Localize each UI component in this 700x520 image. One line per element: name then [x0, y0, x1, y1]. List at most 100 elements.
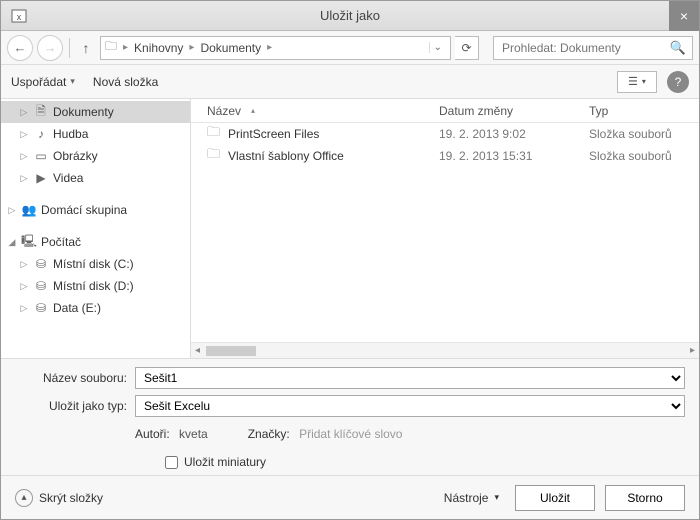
tags-label: Značky:	[248, 427, 290, 441]
save-button[interactable]: Uložit	[515, 485, 595, 511]
file-type: Složka souborů	[589, 149, 699, 163]
folder-icon: 🗀	[207, 145, 220, 167]
filetype-combobox[interactable]: Sešit Excelu	[135, 395, 685, 417]
sidebar-item-label: Dokumenty	[53, 105, 114, 119]
sidebar: ▷ 🗎 Dokumenty ▷ ♪ Hudba ▷ ▭ Obrázky ▷ ▶ …	[1, 99, 191, 358]
filename-label: Název souboru:	[15, 371, 127, 385]
sidebar-item-label: Místní disk (D:)	[53, 279, 134, 293]
save-thumbnails-checkbox[interactable]	[165, 456, 178, 469]
tools-menu[interactable]: Nástroje ▾	[438, 487, 505, 509]
homegroup-icon: 👥	[21, 203, 37, 217]
sort-asc-icon: ▴	[251, 106, 255, 115]
nav-bar: ← → ↑ 🗀 ▸ Knihovny ▸ Dokumenty ▸ ⌄ ⟳ 🔍	[1, 31, 699, 65]
view-options-button[interactable]: ☰ ▾	[617, 71, 657, 93]
chevron-down-icon: ▾	[642, 77, 646, 86]
sidebar-item-computer[interactable]: ◢ 🖳 Počítač	[1, 231, 190, 253]
sidebar-item-homegroup[interactable]: ▷ 👥 Domácí skupina	[1, 199, 190, 221]
chevron-right-icon: ▸	[189, 42, 194, 53]
tags-placeholder: Přidat klíčové slovo	[299, 427, 402, 441]
window-title: Uložit jako	[1, 8, 699, 23]
column-header-type[interactable]: Typ	[589, 104, 699, 118]
search-box[interactable]: 🔍	[493, 36, 693, 60]
bottom-bar: ▴ Skrýt složky Nástroje ▾ Uložit Storno	[1, 475, 699, 519]
svg-text:x: x	[17, 12, 22, 22]
drive-icon: ⛁	[33, 279, 49, 293]
caret-icon: ▷	[7, 205, 17, 216]
filename-combobox[interactable]: Sešit1	[135, 367, 685, 389]
new-folder-button[interactable]: Nová složka	[93, 75, 158, 89]
computer-icon: 🖳	[21, 232, 37, 253]
file-list-header: Název ▴ Datum změny Typ	[191, 99, 699, 123]
file-name: Vlastní šablony Office	[228, 149, 344, 163]
scroll-right-icon[interactable]: ▸	[690, 345, 695, 356]
separator	[69, 38, 70, 58]
column-header-name[interactable]: Název ▴	[191, 104, 439, 118]
image-icon: ▭	[33, 149, 49, 163]
caret-icon: ▷	[19, 303, 29, 314]
caret-icon: ▷	[19, 281, 29, 292]
refresh-button[interactable]: ⟳	[455, 36, 479, 60]
sidebar-item-videos[interactable]: ▷ ▶ Videa	[1, 167, 190, 189]
save-as-dialog: x Uložit jako × ← → ↑ 🗀 ▸ Knihovny ▸ Dok…	[0, 0, 700, 520]
file-date: 19. 2. 2013 9:02	[439, 127, 589, 141]
save-thumbnails-label: Uložit miniatury	[184, 455, 266, 469]
folder-icon: 🗀	[207, 123, 220, 145]
chevron-right-icon: ▸	[267, 42, 272, 53]
chevron-right-icon: ▸	[123, 42, 128, 53]
caret-icon: ▷	[19, 173, 29, 184]
sidebar-item-label: Domácí skupina	[41, 203, 127, 217]
file-row[interactable]: 🗀 Vlastní šablony Office 19. 2. 2013 15:3…	[191, 145, 699, 167]
chevron-up-icon: ▴	[15, 489, 33, 507]
breadcrumb-item[interactable]: Dokumenty	[200, 41, 261, 55]
sidebar-item-label: Videa	[53, 171, 83, 185]
chevron-down-icon: ▾	[494, 492, 499, 503]
chevron-down-icon: ▾	[70, 76, 75, 87]
breadcrumb-dropdown[interactable]: ⌄	[429, 42, 446, 53]
body: ▷ 🗎 Dokumenty ▷ ♪ Hudba ▷ ▭ Obrázky ▷ ▶ …	[1, 99, 699, 359]
sidebar-item-label: Obrázky	[53, 149, 98, 163]
authors-field[interactable]: Autoři: kveta	[135, 427, 208, 441]
authors-value: kveta	[179, 427, 208, 441]
file-list-rows: 🗀PrintScreen Files 19. 2. 2013 9:02 Slož…	[191, 123, 699, 342]
excel-icon: x	[7, 4, 31, 28]
sidebar-item-label: Data (E:)	[53, 301, 101, 315]
document-icon: 🗎	[33, 102, 49, 123]
back-button[interactable]: ←	[7, 35, 33, 61]
cancel-button[interactable]: Storno	[605, 485, 685, 511]
sidebar-item-label: Hudba	[53, 127, 88, 141]
sidebar-item-label: Místní disk (C:)	[53, 257, 134, 271]
sidebar-item-label: Počítač	[41, 235, 81, 249]
up-button[interactable]: ↑	[76, 36, 96, 60]
sidebar-item-documents[interactable]: ▷ 🗎 Dokumenty	[1, 101, 190, 123]
search-input[interactable]	[500, 40, 670, 56]
filetype-label: Uložit jako typ:	[15, 399, 127, 413]
file-row[interactable]: 🗀PrintScreen Files 19. 2. 2013 9:02 Slož…	[191, 123, 699, 145]
forward-button[interactable]: →	[37, 35, 63, 61]
horizontal-scrollbar[interactable]: ◂ ▸	[191, 342, 699, 358]
file-date: 19. 2. 2013 15:31	[439, 149, 589, 163]
hide-folders-button[interactable]: ▴ Skrýt složky	[15, 489, 103, 507]
column-header-date[interactable]: Datum změny	[439, 104, 589, 118]
sidebar-item-drive-c[interactable]: ▷ ⛁ Místní disk (C:)	[1, 253, 190, 275]
music-icon: ♪	[33, 127, 49, 141]
sidebar-item-pictures[interactable]: ▷ ▭ Obrázky	[1, 145, 190, 167]
file-type: Složka souborů	[589, 127, 699, 141]
breadcrumb-item[interactable]: Knihovny	[134, 41, 183, 55]
breadcrumb[interactable]: 🗀 ▸ Knihovny ▸ Dokumenty ▸ ⌄	[100, 36, 451, 60]
file-list: Název ▴ Datum změny Typ 🗀PrintScreen Fil…	[191, 99, 699, 358]
sidebar-item-drive-d[interactable]: ▷ ⛁ Místní disk (D:)	[1, 275, 190, 297]
search-icon: 🔍	[670, 40, 686, 56]
scrollbar-thumb[interactable]	[206, 346, 256, 356]
organize-menu[interactable]: Uspořádat ▾	[11, 75, 75, 89]
close-button[interactable]: ×	[669, 1, 699, 31]
caret-icon: ▷	[19, 107, 29, 118]
help-button[interactable]: ?	[667, 71, 689, 93]
toolbar: Uspořádat ▾ Nová složka ☰ ▾ ?	[1, 65, 699, 99]
caret-icon: ▷	[19, 129, 29, 140]
sidebar-item-music[interactable]: ▷ ♪ Hudba	[1, 123, 190, 145]
list-view-icon: ☰	[628, 75, 638, 88]
sidebar-item-drive-e[interactable]: ▷ ⛁ Data (E:)	[1, 297, 190, 319]
scroll-left-icon[interactable]: ◂	[195, 345, 200, 356]
tags-field[interactable]: Značky: Přidat klíčové slovo	[248, 427, 403, 441]
title-bar: x Uložit jako ×	[1, 1, 699, 31]
